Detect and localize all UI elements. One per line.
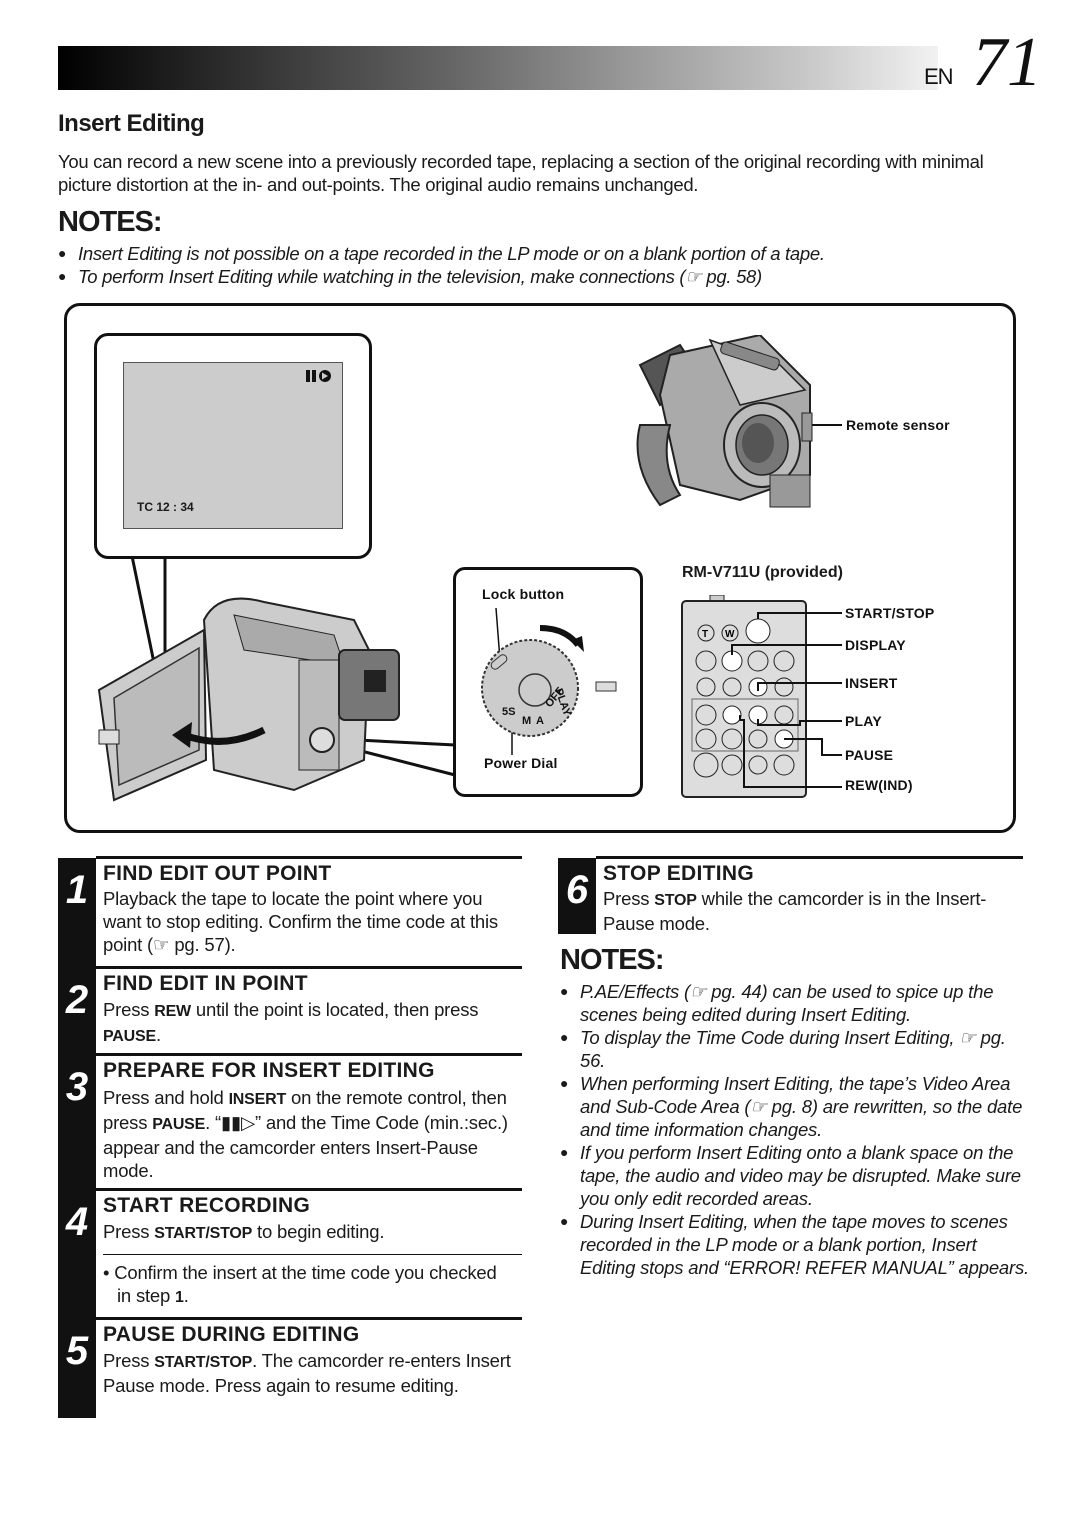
- remote-model-title: RM-V711U (provided): [682, 564, 843, 581]
- dial-mark-m: M: [522, 715, 531, 727]
- step-4-sub-note: • Confirm the insert at the time code yo…: [103, 1262, 497, 1306]
- step-number-2: 2: [65, 978, 89, 1022]
- remote-control-illustration: T W: [681, 595, 842, 798]
- step-divider: [96, 856, 522, 859]
- key-start-stop: START/STOP: [154, 1354, 253, 1371]
- step-2-body: Press REW until the point is located, th…: [103, 999, 479, 1045]
- dial-mark-5s: 5S: [502, 706, 515, 718]
- step-1-title: FIND EDIT OUT POINT: [103, 862, 332, 885]
- remote-label-insert: INSERT: [845, 675, 898, 691]
- key-pause: PAUSE: [152, 1116, 206, 1133]
- step-2-title: FIND EDIT IN POINT: [103, 972, 308, 995]
- note-item: During Insert Editing, when the tape mov…: [560, 1210, 1030, 1279]
- camcorder-front-illustration: [636, 335, 813, 508]
- step-3-title: PREPARE FOR INSERT EDITING: [103, 1059, 435, 1082]
- step-divider: [96, 1317, 522, 1320]
- key-insert: INSERT: [228, 1091, 287, 1108]
- key-stop: STOP: [654, 892, 697, 909]
- remote-label-rew: REW(IND): [845, 777, 913, 793]
- step-6-body: Press STOP while the camcorder is in the…: [603, 888, 987, 934]
- step-6-title: STOP EDITING: [603, 862, 755, 885]
- zoom-t-key: T: [702, 629, 708, 640]
- start-stop-key: [745, 618, 771, 644]
- key-rew: REW: [154, 1003, 191, 1020]
- step-divider: [96, 966, 522, 969]
- key-start-stop: START/STOP: [154, 1225, 253, 1242]
- step-number-5: 5: [65, 1329, 89, 1373]
- lcd-timecode: TC 12 : 34: [137, 500, 194, 514]
- notes-list-right: P.AE/Effects (☞ pg. 44) can be used to s…: [560, 980, 1030, 1279]
- insert-pause-icon: [306, 369, 332, 388]
- remote-label-start-stop: START/STOP: [845, 605, 935, 621]
- dial-mark-a: A: [536, 715, 544, 727]
- step-3-body: Press and hold INSERT on the remote cont…: [103, 1087, 508, 1181]
- remote-sensor-label: Remote sensor: [846, 417, 950, 433]
- lcd-screen: TC 12 : 34: [123, 362, 343, 529]
- step-number-4: 4: [65, 1200, 89, 1244]
- step-number-1: 1: [65, 868, 89, 912]
- remote-label-display: DISPLAY: [845, 637, 906, 653]
- power-dial-illustration: PLAY OFF A M 5S: [481, 607, 617, 755]
- note-item: When performing Insert Editing, the tape…: [560, 1072, 1030, 1141]
- note-item: To display the Time Code during Insert E…: [560, 1026, 1030, 1072]
- step-4-title: START RECORDING: [103, 1194, 311, 1217]
- sub-note-divider: [103, 1254, 522, 1255]
- step-number-6: 6: [565, 868, 589, 912]
- note-item: P.AE/Effects (☞ pg. 44) can be used to s…: [560, 980, 1030, 1026]
- key-pause: PAUSE: [103, 1028, 156, 1045]
- step-divider: [96, 1188, 522, 1191]
- step-4-body: Press START/STOP to begin editing.: [103, 1221, 385, 1242]
- camcorder-side-illustration: [97, 597, 400, 802]
- step-number-3: 3: [65, 1065, 89, 1109]
- step-1-body: Playback the tape to locate the point wh…: [103, 888, 498, 955]
- remote-label-pause: PAUSE: [845, 747, 894, 763]
- step-divider: [96, 1053, 522, 1056]
- note-item: If you perform Insert Editing onto a bla…: [560, 1141, 1030, 1210]
- zoom-w-key: W: [725, 629, 735, 640]
- remote-label-play: PLAY: [845, 713, 882, 729]
- step-5-title: PAUSE DURING EDITING: [103, 1323, 360, 1346]
- notes-heading-right: NOTES:: [560, 944, 665, 976]
- step-divider: [596, 856, 1023, 859]
- step-5-body: Press START/STOP. The camcorder re-enter…: [103, 1350, 511, 1396]
